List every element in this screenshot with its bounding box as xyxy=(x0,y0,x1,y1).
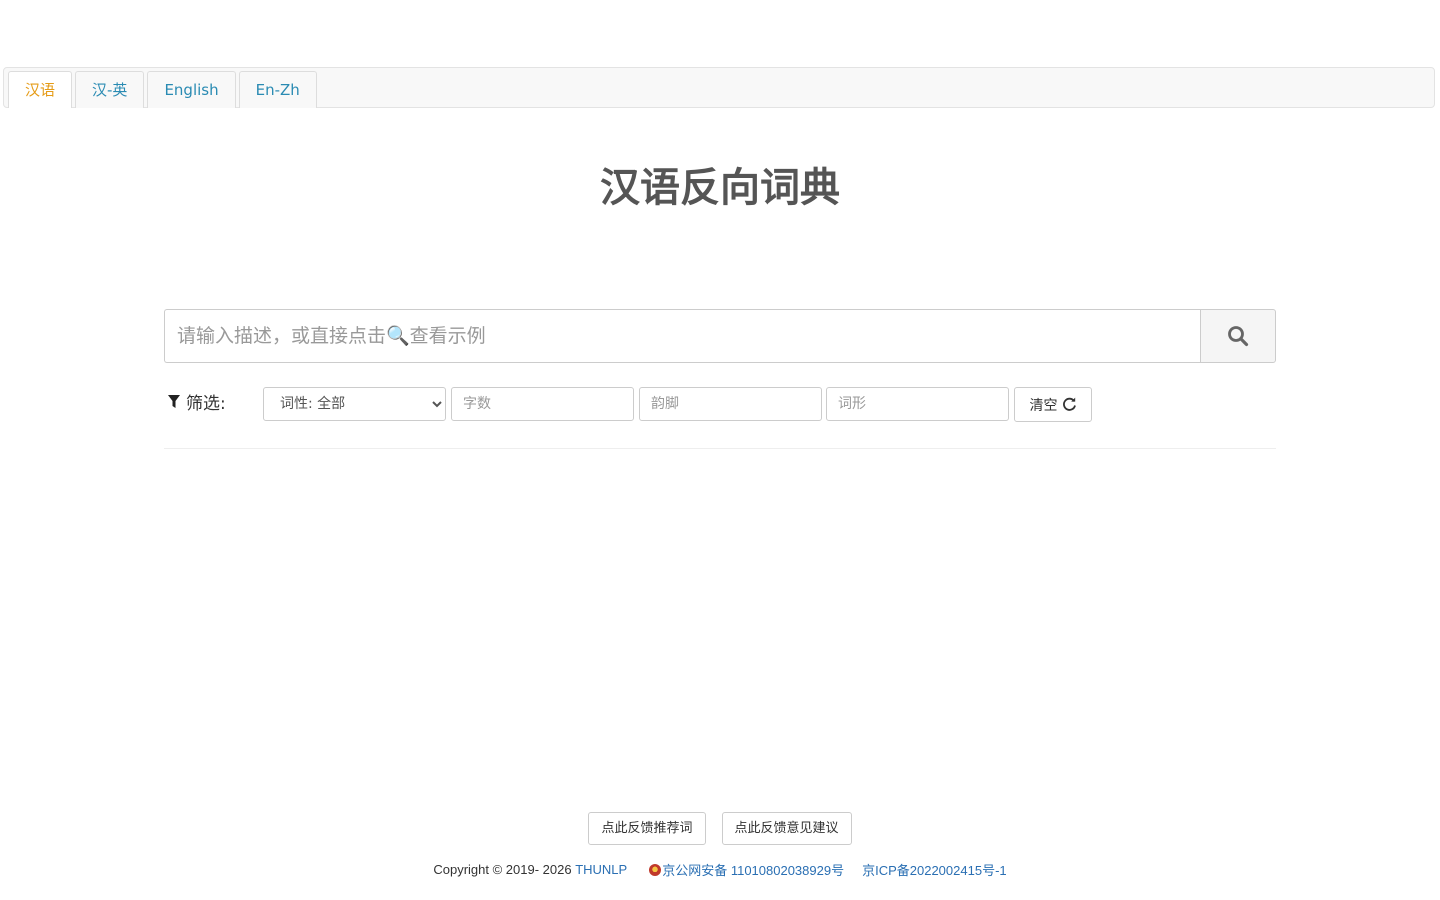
police-badge-icon xyxy=(649,863,662,876)
search-group xyxy=(164,309,1276,363)
icp-record-link[interactable]: 京ICP备2022002415号-1 xyxy=(862,860,1007,879)
clear-button[interactable]: 清空 xyxy=(1014,387,1092,422)
search-button[interactable] xyxy=(1200,309,1276,363)
word-form-input[interactable] xyxy=(826,387,1009,421)
filter-icon xyxy=(168,394,180,408)
tab-english-chinese[interactable]: En-Zh xyxy=(238,71,317,108)
page-title: 汉语反向词典 xyxy=(600,165,840,211)
tab-chinese[interactable]: 汉语 xyxy=(8,71,73,108)
search-input[interactable] xyxy=(164,309,1200,363)
filter-label: 筛选: xyxy=(168,389,226,414)
recommend-word-feedback-button[interactable]: 点此反馈推荐词 xyxy=(588,812,706,845)
part-of-speech-select[interactable]: 词性: 全部 xyxy=(263,387,446,421)
divider xyxy=(164,448,1276,449)
feedback-row: 点此反馈推荐词 点此反馈意见建议 xyxy=(0,812,1440,845)
copyright-text: Copyright © 2019- 2026 xyxy=(433,862,576,877)
language-tab-bar: 汉语 汉-英 English En-Zh xyxy=(3,67,1435,108)
language-tabs: 汉语 汉-英 English En-Zh xyxy=(8,71,317,108)
suggestion-feedback-button[interactable]: 点此反馈意见建议 xyxy=(721,812,852,845)
thunlp-link[interactable]: THUNLP xyxy=(575,862,627,877)
refresh-icon xyxy=(1062,397,1076,411)
filter-label-text: 筛选: xyxy=(186,394,226,414)
clear-button-label: 清空 xyxy=(1029,397,1058,414)
search-icon xyxy=(1228,326,1249,347)
rhyme-input[interactable] xyxy=(639,387,822,421)
char-count-input[interactable] xyxy=(451,387,634,421)
filter-row: 筛选: 词性: 全部 清空 xyxy=(164,387,1276,423)
police-record-link[interactable]: 京公网安备 11010802038929号 xyxy=(662,860,844,879)
footer: Copyright © 2019- 2026 THUNLP 京公网安备 1101… xyxy=(0,860,1440,879)
tab-chinese-english[interactable]: 汉-英 xyxy=(75,71,145,108)
tab-english[interactable]: English xyxy=(147,71,236,108)
